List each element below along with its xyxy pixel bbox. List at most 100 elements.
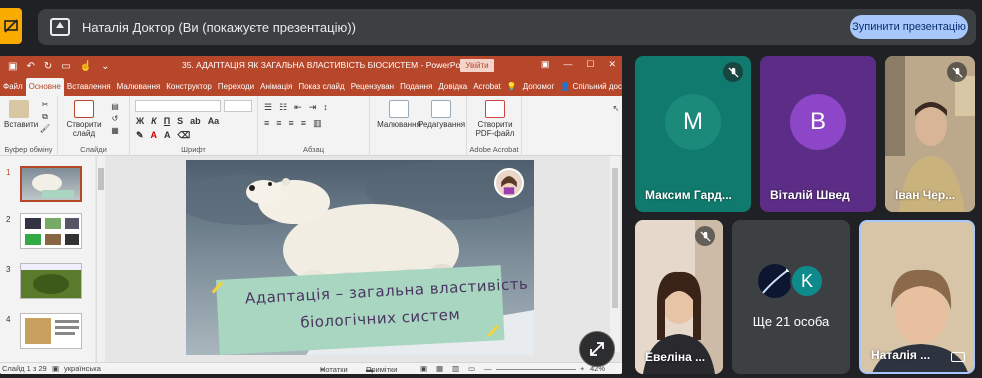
slide-thumbnails: 1 2 3 4 <box>0 156 95 362</box>
touch-mode-icon[interactable]: ☝ <box>80 61 92 72</box>
acrobat-group: Створити PDF-файл Adobe Acrobat <box>466 96 522 156</box>
justify-icon[interactable]: ≡ <box>301 118 306 129</box>
bold-icon[interactable]: Ж <box>136 116 144 126</box>
tab-slideshow[interactable]: Показ слайд <box>295 78 347 96</box>
zoom-out-icon[interactable]: — <box>484 364 492 373</box>
tab-review[interactable]: Рецензуван <box>348 78 397 96</box>
layout-icon[interactable]: ▤ <box>108 102 122 111</box>
zoom-in-icon[interactable]: + <box>580 364 584 373</box>
new-slide-icon <box>74 100 94 118</box>
align-left-icon[interactable]: ≡ <box>264 118 269 129</box>
save-icon[interactable]: ▣ <box>8 61 17 72</box>
present-to-all-icon <box>4 19 18 33</box>
editing-button[interactable]: Редагування <box>418 100 465 129</box>
tab-view[interactable]: Подання <box>397 78 435 96</box>
italic-icon[interactable]: К <box>151 116 157 126</box>
thumbnail-number: 4 <box>6 315 11 324</box>
clear-format-icon[interactable]: ⌫ <box>178 130 191 141</box>
tab-home[interactable]: Основне <box>25 78 64 96</box>
ribbon-home: Вставити ✂ ⧉ 🖌 Буфер обміну Створити сла… <box>0 96 622 156</box>
accessibility-icon[interactable]: ▣ <box>52 364 59 373</box>
undo-icon[interactable]: ↶ <box>26 61 34 72</box>
normal-view-icon[interactable]: ▣ <box>420 364 427 373</box>
tab-help[interactable]: Довідка <box>435 78 470 96</box>
participant-name: Віталій Швед <box>770 188 850 202</box>
thumbnail-4[interactable]: 4 <box>4 313 94 353</box>
tab-insert[interactable]: Вставлення <box>64 78 114 96</box>
change-case-icon[interactable]: Aa <box>208 116 220 126</box>
tab-design[interactable]: Конструктор <box>163 78 215 96</box>
presenting-bar: Наталія Доктор (Ви (покажуєте презентаці… <box>0 0 982 52</box>
reading-view-icon[interactable]: ▥ <box>452 364 459 373</box>
reset-icon[interactable]: ↺ <box>108 114 122 123</box>
create-pdf-button[interactable]: Створити PDF-файл <box>473 100 517 138</box>
maximize-icon[interactable]: ☐ <box>586 59 594 70</box>
participant-name: Евеліна ... <box>645 350 706 364</box>
tell-me-search[interactable]: Допомог <box>520 78 558 96</box>
tab-animations[interactable]: Анімація <box>257 78 295 96</box>
char-spacing-icon[interactable]: ab <box>190 116 201 126</box>
decrease-indent-icon[interactable]: ⇤ <box>294 102 302 113</box>
participant-tile-self[interactable]: Наталія ... <box>859 220 975 374</box>
share-button[interactable]: 👤 Спільний доступ <box>557 78 622 96</box>
fullscreen-button[interactable] <box>579 331 615 367</box>
font-name-select[interactable] <box>135 100 221 112</box>
more-participants-count: Ще 21 особа <box>752 314 830 329</box>
thumbnail-2[interactable]: 2 <box>4 213 94 253</box>
tab-transitions[interactable]: Переходи <box>215 78 257 96</box>
align-center-icon[interactable]: ≡ <box>276 118 281 129</box>
thumbnails-scrollbar[interactable] <box>96 156 105 362</box>
slide-title-line2: біологічних систем <box>299 305 461 332</box>
participant-tile-video[interactable]: Евеліна ... <box>635 220 723 374</box>
sign-in-button[interactable]: Увійти <box>460 59 494 72</box>
strikethrough-icon[interactable]: S <box>177 116 183 126</box>
slide-sorter-icon[interactable]: ▦ <box>436 364 443 373</box>
minimize-icon[interactable]: — <box>563 59 572 70</box>
columns-icon[interactable]: ▥ <box>313 118 322 129</box>
paste-button[interactable]: Вставити <box>4 100 38 129</box>
font-color-icon[interactable]: A <box>151 130 158 141</box>
cut-icon[interactable]: ✂ <box>38 100 52 109</box>
underline-icon[interactable]: П <box>164 116 170 126</box>
new-slide-button[interactable]: Створити слайд <box>62 100 106 138</box>
bullets-icon[interactable]: ☰ <box>264 102 272 113</box>
thumbnail-3[interactable]: 3 <box>4 263 94 303</box>
tab-acrobat[interactable]: Acrobat <box>470 78 504 96</box>
current-slide[interactable]: Адаптація – загальна властивість біологі… <box>186 160 534 355</box>
close-icon[interactable]: ✕ <box>608 59 616 70</box>
ribbon-display-icon[interactable]: ▣ <box>541 59 550 70</box>
slideshow-view-icon[interactable]: ▭ <box>468 364 475 373</box>
format-painter-icon[interactable]: 🖌 <box>38 124 52 133</box>
customize-qat-icon[interactable]: ⌄ <box>101 61 109 72</box>
align-right-icon[interactable]: ≡ <box>289 118 294 129</box>
thumbnail-1[interactable]: 1 <box>4 166 94 206</box>
participant-tile[interactable]: M Максим Гард... <box>635 56 751 212</box>
copy-icon[interactable]: ⧉ <box>38 112 52 121</box>
participant-tile-video[interactable]: Іван Чер... <box>885 56 975 212</box>
zoom-slider[interactable] <box>496 369 576 370</box>
participant-tile[interactable]: В Віталій Швед <box>760 56 876 212</box>
tab-draw[interactable]: Малювання <box>114 78 164 96</box>
slide-counter: Слайд 1 з 29 <box>2 364 47 373</box>
line-spacing-icon[interactable]: ↕ <box>323 102 328 113</box>
tab-file[interactable]: Файл <box>0 78 26 96</box>
drawing-button[interactable]: Малювання <box>376 100 422 129</box>
numbering-icon[interactable]: ☷ <box>279 102 287 113</box>
participant-name: Іван Чер... <box>895 188 956 202</box>
grow-font-icon[interactable]: A <box>164 130 171 141</box>
slide-scrollbar[interactable] <box>610 156 620 352</box>
language-label[interactable]: українська <box>64 364 101 373</box>
presenting-badge[interactable] <box>0 8 22 44</box>
start-from-beginning-icon[interactable]: ▭ <box>61 61 70 72</box>
slide-title-line1: Адаптація – загальна властивість <box>244 274 529 308</box>
section-icon[interactable]: ▦ <box>108 126 122 135</box>
highlight-icon[interactable]: ✎ <box>136 130 144 141</box>
self-view-icon[interactable] <box>951 352 965 362</box>
font-size-select[interactable] <box>224 100 252 112</box>
lightbulb-icon[interactable]: 💡 <box>504 78 520 96</box>
more-participants-tile[interactable]: K Ще 21 особа <box>732 220 850 374</box>
redo-icon[interactable]: ↻ <box>44 61 52 72</box>
increase-indent-icon[interactable]: ⇥ <box>309 102 317 113</box>
stop-presenting-button[interactable]: Зупинити презентацію <box>850 15 968 39</box>
cartoon-avatar-icon <box>501 175 517 195</box>
